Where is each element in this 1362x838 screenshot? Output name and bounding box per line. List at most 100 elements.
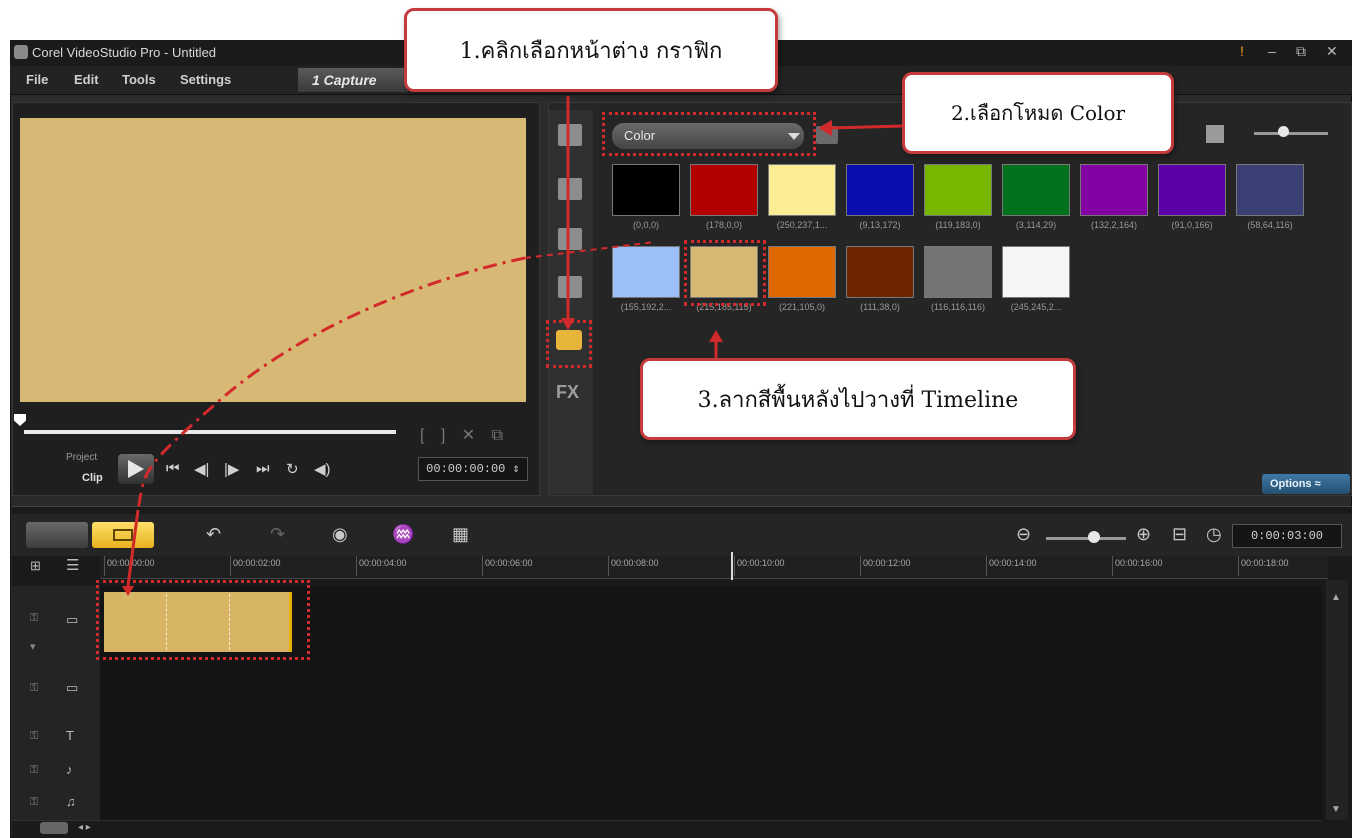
sort-icon[interactable] xyxy=(1206,125,1224,143)
timeline-view-button[interactable] xyxy=(92,522,154,548)
zoom-out-icon[interactable]: ⊖ xyxy=(1016,524,1031,545)
info-icon[interactable]: ! xyxy=(1240,43,1244,59)
import-folder-icon[interactable] xyxy=(816,126,838,144)
title-icon[interactable] xyxy=(558,276,582,298)
color-swatch[interactable] xyxy=(690,164,758,216)
record-capture-icon[interactable]: ◉ xyxy=(332,524,348,545)
swatch-label: (250,237,1... xyxy=(776,220,828,230)
voice-ripple-icon[interactable]: ⚿ xyxy=(30,764,38,777)
transition-icon[interactable] xyxy=(558,228,582,250)
timeline-zoom-slider[interactable] xyxy=(1046,537,1126,540)
thumbnail-size-slider[interactable] xyxy=(1254,132,1328,135)
scroll-down-icon[interactable]: ▼ xyxy=(1331,804,1341,815)
clip-highlight xyxy=(96,580,310,660)
music-track-header xyxy=(12,788,100,821)
project-mode-label[interactable]: Project xyxy=(66,452,97,463)
overlay-ripple-icon[interactable]: ⚿ xyxy=(30,682,38,695)
scrub-bar[interactable] xyxy=(24,430,396,434)
audio-mixer-icon[interactable]: ♒ xyxy=(392,524,414,545)
ruler-label: 00:00:08:00 xyxy=(611,558,659,568)
undo-icon[interactable]: ↶ xyxy=(206,524,221,545)
overlay-track[interactable] xyxy=(100,656,1322,723)
ruler-tick xyxy=(986,556,987,576)
track-manager-icon[interactable]: ⊞ xyxy=(30,558,41,574)
play-icon xyxy=(128,460,144,478)
home-icon[interactable]: ⏮ xyxy=(166,460,180,477)
color-swatch[interactable] xyxy=(612,246,680,298)
fit-project-icon[interactable]: ⊟ xyxy=(1172,524,1187,545)
dropdown-highlight xyxy=(602,112,816,156)
ruler-tick xyxy=(482,556,483,576)
swatch-label: (178,0,0) xyxy=(705,220,743,230)
timeline-scroll-button[interactable] xyxy=(40,822,68,834)
play-button[interactable] xyxy=(118,454,154,484)
color-swatch[interactable] xyxy=(1002,246,1070,298)
title-track-header xyxy=(12,722,100,757)
menu-file[interactable]: File xyxy=(26,72,48,87)
color-swatch[interactable] xyxy=(768,246,836,298)
color-swatch[interactable] xyxy=(924,164,992,216)
color-swatch[interactable] xyxy=(1080,164,1148,216)
menu-tools[interactable]: Tools xyxy=(122,72,156,87)
title-track[interactable] xyxy=(100,722,1322,757)
color-swatch[interactable] xyxy=(768,164,836,216)
end-icon[interactable]: ⏭ xyxy=(256,460,270,477)
color-swatch[interactable] xyxy=(1236,164,1304,216)
storyboard-view-button[interactable] xyxy=(26,522,88,548)
voice-track-header xyxy=(12,756,100,789)
chevron-down-icon[interactable]: ▾ xyxy=(30,640,36,653)
trim-markers[interactable]: [ ] ✕ ⧉ xyxy=(420,425,509,445)
previous-frame-icon[interactable]: ◀| xyxy=(194,460,209,478)
thumbnail-size-handle[interactable] xyxy=(1278,126,1289,137)
volume-icon[interactable]: ◀) xyxy=(314,460,331,478)
tab-capture[interactable]: 1 Capture xyxy=(298,68,408,92)
next-frame-icon[interactable]: |▶ xyxy=(224,460,239,478)
close-button[interactable]: ✕ xyxy=(1326,43,1338,60)
auto-music-icon[interactable]: ▦ xyxy=(452,524,469,545)
minimize-button[interactable]: – xyxy=(1268,43,1276,59)
color-swatch[interactable] xyxy=(846,246,914,298)
timecode-display[interactable]: 00:00:00:00 ⇕ xyxy=(418,457,528,481)
media-icon[interactable] xyxy=(558,124,582,146)
repeat-icon[interactable]: ↻ xyxy=(286,460,299,478)
preview-window xyxy=(20,118,526,402)
instant-project-icon[interactable] xyxy=(558,178,582,200)
clip-mode-label[interactable]: Clip xyxy=(82,472,103,484)
overlay-track-icon: ▭ xyxy=(66,680,79,695)
menu-settings[interactable]: Settings xyxy=(180,72,231,87)
voice-track[interactable] xyxy=(100,756,1322,789)
restore-button[interactable]: ⧉ xyxy=(1296,43,1306,60)
ruler-label: 00:00:16:00 xyxy=(1115,558,1163,568)
options-button[interactable]: Options ≈ xyxy=(1262,474,1350,494)
swatch-label: (155,192,2... xyxy=(620,302,672,312)
redo-icon[interactable]: ↷ xyxy=(270,524,285,545)
music-track[interactable] xyxy=(100,788,1322,821)
timeline-scrollbar[interactable] xyxy=(1326,580,1348,820)
ruler-label: 00:00:18:00 xyxy=(1241,558,1289,568)
menu-edit[interactable]: Edit xyxy=(74,72,99,87)
color-swatch[interactable] xyxy=(846,164,914,216)
playhead[interactable] xyxy=(731,552,733,580)
ruler-tick xyxy=(230,556,231,576)
swatch-label: (116,116,116) xyxy=(930,302,986,312)
ripple-edit-icon[interactable]: ⚿ xyxy=(30,612,38,625)
color-swatch[interactable] xyxy=(924,246,992,298)
filter-fx-icon[interactable]: FX xyxy=(556,382,579,403)
scroll-up-icon[interactable]: ▲ xyxy=(1331,592,1341,603)
ruler-label: 00:00:14:00 xyxy=(989,558,1037,568)
color-swatch[interactable] xyxy=(1158,164,1226,216)
zoom-in-icon[interactable]: ⊕ xyxy=(1136,524,1151,545)
ruler-label: 00:00:02:00 xyxy=(233,558,281,568)
window-title: Corel VideoStudio Pro - Untitled xyxy=(32,45,217,60)
title-ripple-icon[interactable]: ⚿ xyxy=(30,730,38,743)
scroll-left-right-icon[interactable]: ◂ ▸ xyxy=(78,822,91,833)
list-view-icon[interactable]: ☰ xyxy=(66,556,79,574)
timeline-zoom-handle[interactable] xyxy=(1088,531,1100,543)
project-duration[interactable]: 0:00:03:00 xyxy=(1232,524,1342,548)
library-side-strip xyxy=(549,110,593,494)
color-swatch[interactable] xyxy=(612,164,680,216)
ruler-tick xyxy=(734,556,735,576)
overlay-track-header xyxy=(12,656,100,723)
music-ripple-icon[interactable]: ⚿ xyxy=(30,796,38,809)
color-swatch[interactable] xyxy=(1002,164,1070,216)
